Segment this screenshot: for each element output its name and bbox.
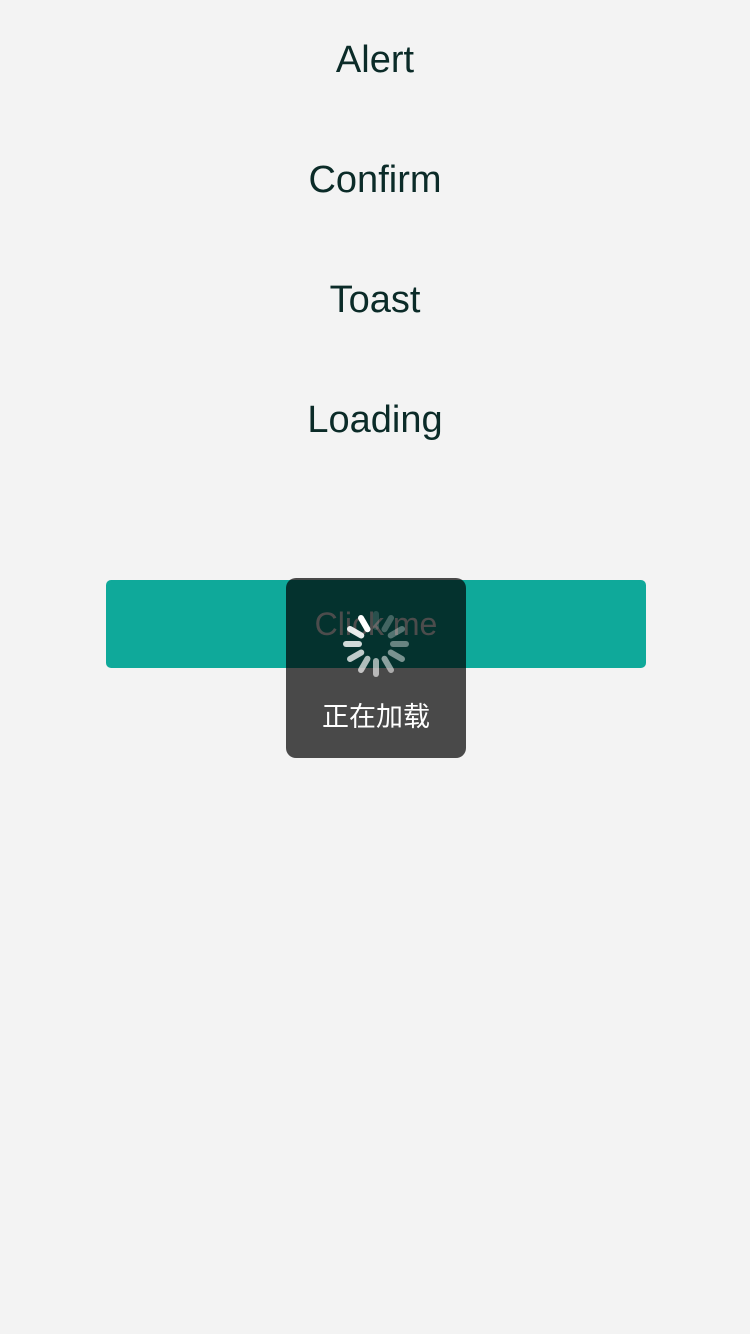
toast-menu-item[interactable]: Toast bbox=[0, 260, 750, 340]
loading-toast: 正在加载 bbox=[286, 578, 466, 758]
loading-text: 正在加载 bbox=[322, 702, 430, 733]
confirm-menu-item[interactable]: Confirm bbox=[0, 140, 750, 220]
loading-menu-item[interactable]: Loading bbox=[0, 380, 750, 460]
alert-menu-item[interactable]: Alert bbox=[0, 20, 750, 100]
spinner-icon bbox=[343, 611, 409, 677]
